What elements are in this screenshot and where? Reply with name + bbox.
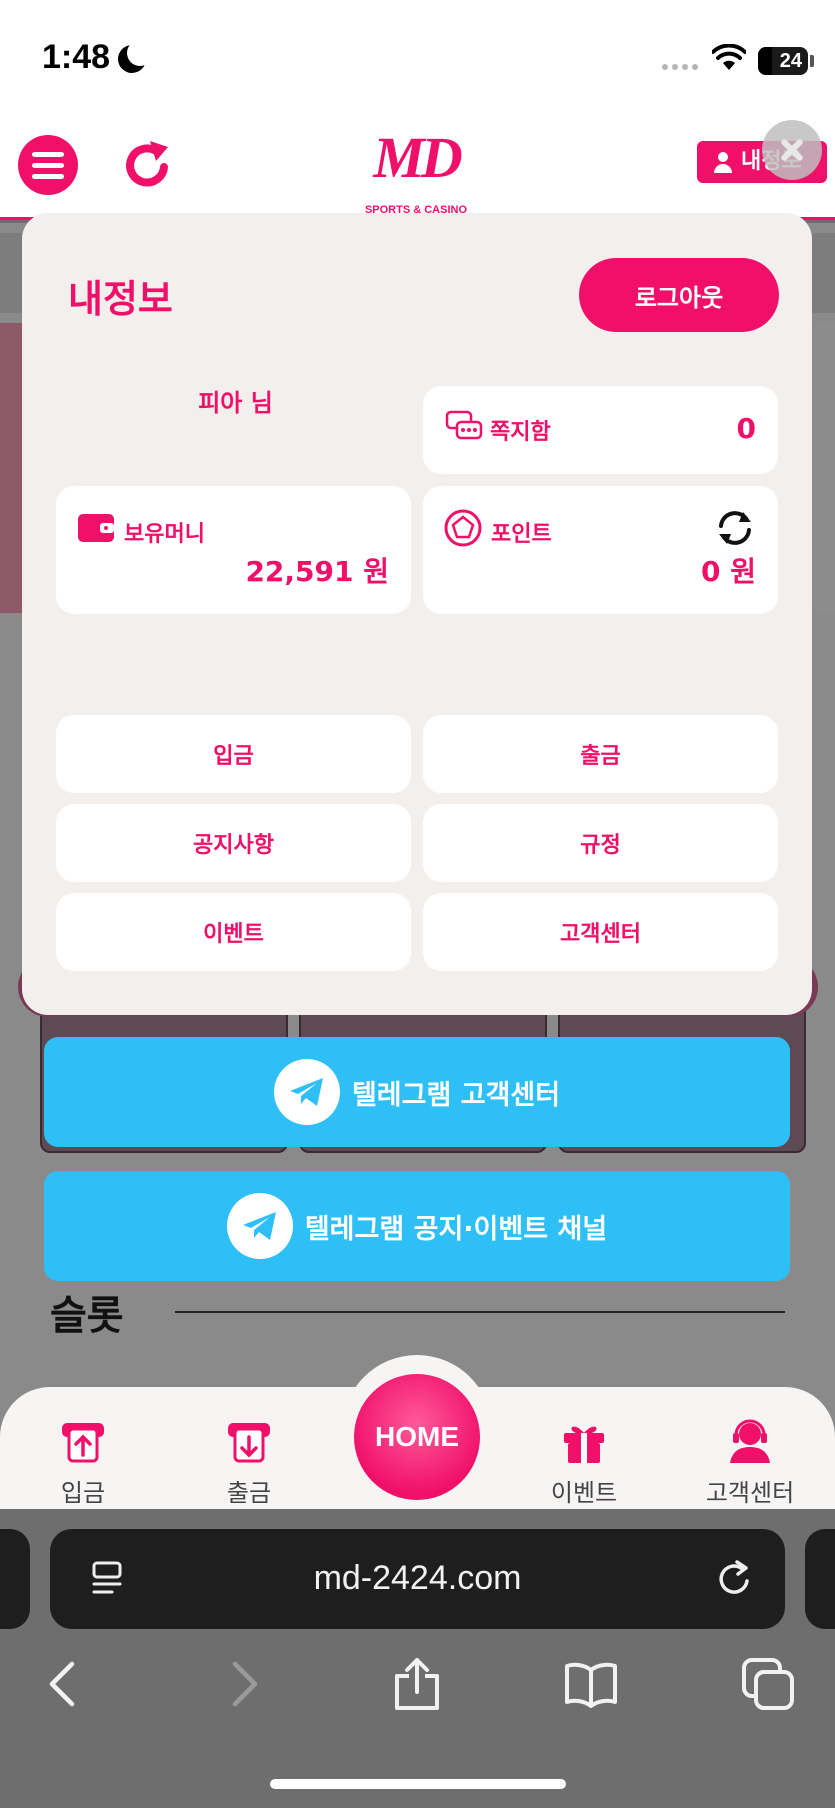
gift-icon: [564, 1426, 604, 1463]
nav-withdraw-label: 출금: [226, 1479, 272, 1507]
telegram-channel-label: 텔레그램 공지·이벤트 채널: [304, 1213, 608, 1245]
messages-count: 0: [736, 412, 756, 445]
balance-label: 보유머니: [124, 522, 205, 547]
deposit-icon: [62, 1423, 104, 1463]
modal-title: 내정보: [68, 277, 173, 321]
site-header: MD SPORTS & CASINO 내정보: [0, 110, 835, 220]
balance-box: 보유머니 22,591 원: [56, 486, 411, 614]
notice-button[interactable]: 공지사항: [56, 804, 411, 882]
refresh-button[interactable]: [120, 137, 176, 193]
refresh-points-icon[interactable]: [713, 508, 757, 548]
rules-button[interactable]: 규정: [423, 804, 778, 882]
battery-icon: 24: [758, 47, 808, 75]
nav-event-label: 이벤트: [550, 1479, 618, 1507]
battery-level: 24: [779, 50, 802, 72]
home-button[interactable]: HOME: [354, 1374, 480, 1500]
messages-label: 쪽지함: [490, 420, 551, 445]
back-icon[interactable]: [36, 1656, 92, 1712]
status-bar: 1:48 24: [0, 0, 835, 110]
wallet-icon: [78, 514, 114, 542]
user-icon: [714, 152, 732, 173]
site-logo[interactable]: MD SPORTS & CASINO: [356, 122, 476, 217]
bookmarks-icon[interactable]: [563, 1656, 619, 1712]
nav-support-label: 고객센터: [705, 1479, 795, 1507]
support-agent-icon: [730, 1419, 770, 1463]
points-box: 포인트 0 원: [423, 486, 778, 614]
forward-icon[interactable]: [215, 1656, 271, 1712]
customer-center-button[interactable]: 고객센터: [423, 893, 778, 971]
wifi-icon: [712, 44, 746, 70]
points-value: 0 원: [701, 555, 756, 588]
points-badge-icon: [444, 509, 482, 547]
close-modal-button[interactable]: [762, 120, 822, 180]
browser-toolbar: md-2424.com: [0, 1509, 835, 1808]
previous-tab-peek[interactable]: [0, 1529, 30, 1629]
chat-bubbles-icon: [445, 410, 483, 440]
share-icon[interactable]: [389, 1656, 445, 1712]
deposit-button[interactable]: 입금: [56, 715, 411, 793]
next-tab-peek[interactable]: [805, 1529, 835, 1629]
telegram-channel-button[interactable]: 텔레그램 공지·이벤트 채널: [44, 1171, 790, 1281]
telegram-support-label: 텔레그램 고객센터: [351, 1079, 561, 1111]
messages-box[interactable]: 쪽지함 0: [423, 386, 778, 474]
points-label: 포인트: [491, 522, 552, 547]
menu-button[interactable]: [18, 135, 78, 195]
url-text: md-2424.com: [313, 1559, 522, 1597]
event-button[interactable]: 이벤트: [56, 893, 411, 971]
nav-event[interactable]: 이벤트: [509, 1417, 659, 1508]
logo-text: MD: [373, 125, 462, 190]
withdraw-icon: [228, 1423, 270, 1463]
cellular-signal-icon: [662, 64, 698, 70]
home-indicator: [270, 1779, 566, 1789]
address-bar[interactable]: md-2424.com: [50, 1529, 785, 1629]
nav-support[interactable]: 고객센터: [675, 1417, 825, 1508]
telegram-icon: [226, 1193, 293, 1259]
telegram-support-button[interactable]: 텔레그램 고객센터: [44, 1037, 790, 1147]
slot-section-title: 슬롯: [50, 1293, 124, 1339]
nav-deposit-label: 입금: [60, 1479, 106, 1507]
nav-withdraw[interactable]: 출금: [174, 1417, 324, 1508]
moon-icon: [118, 40, 153, 73]
nav-deposit[interactable]: 입금: [8, 1417, 158, 1508]
tabs-icon[interactable]: [740, 1656, 796, 1712]
my-info-modal: 내정보 로그아웃 피아 님 쪽지함 0 보유머니 22,591 원 포인트 0 …: [22, 213, 812, 1015]
user-name: 피아 님: [198, 389, 273, 417]
withdraw-button[interactable]: 출금: [423, 715, 778, 793]
telegram-icon: [273, 1059, 340, 1125]
reload-icon[interactable]: [715, 1559, 755, 1599]
status-time: 1:48: [42, 38, 111, 76]
section-divider: [175, 1311, 785, 1313]
logout-button[interactable]: 로그아웃: [579, 258, 779, 332]
balance-value: 22,591 원: [245, 555, 389, 588]
